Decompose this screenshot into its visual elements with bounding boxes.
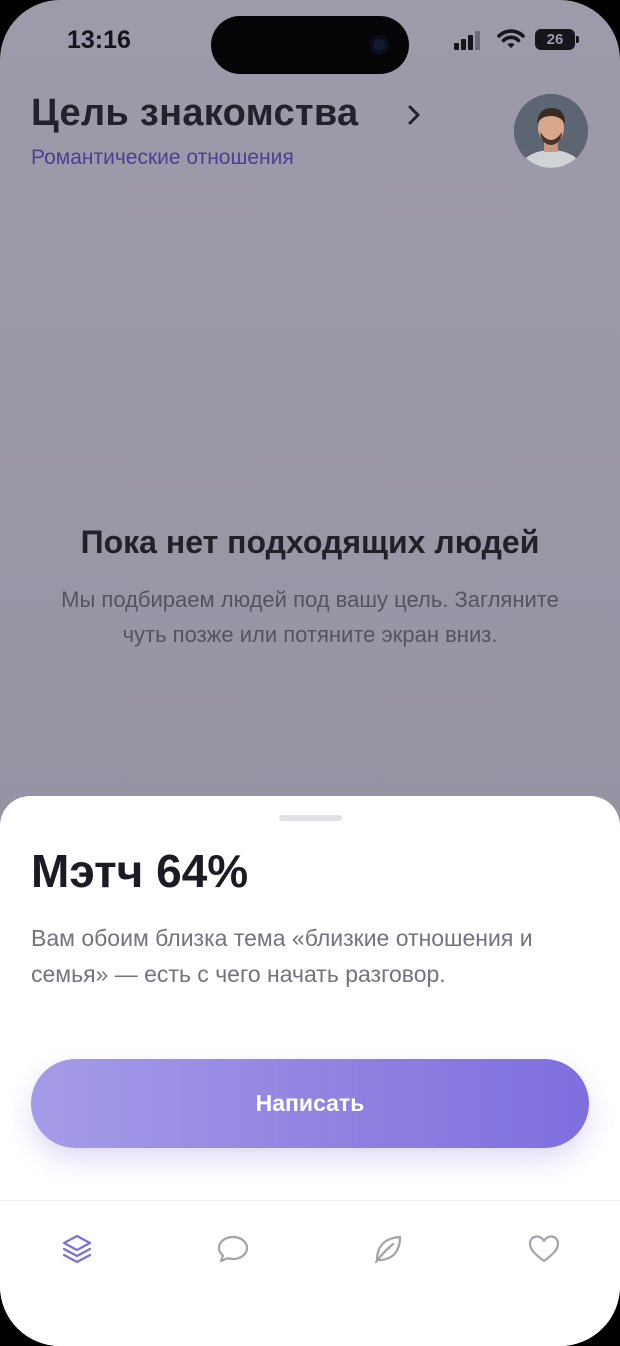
status-time: 13:16 — [67, 26, 131, 54]
heart-icon — [528, 1235, 560, 1263]
front-camera-icon — [369, 35, 389, 55]
empty-state-title: Пока нет подходящих людей — [80, 524, 540, 560]
phone-screen: 13:16 26 Цель знакомства Романтические о… — [0, 0, 620, 1346]
goal-subtitle: Романтические отношения — [31, 146, 294, 169]
chat-bubble-icon — [217, 1235, 249, 1263]
battery-icon: 26 — [535, 29, 579, 50]
dynamic-island — [211, 16, 409, 74]
write-message-button[interactable]: Написать — [31, 1059, 589, 1148]
match-title: Мэтч 64% — [31, 845, 249, 897]
status-bar: 13:16 26 — [0, 0, 620, 80]
tab-feed[interactable] — [57, 1229, 97, 1269]
profile-avatar-image — [514, 94, 588, 168]
tab-growth[interactable] — [368, 1229, 408, 1269]
tab-bar — [0, 1200, 620, 1346]
leaf-icon — [374, 1235, 402, 1264]
sheet-drag-handle[interactable] — [279, 815, 342, 821]
cellular-signal-icon — [454, 30, 482, 50]
chevron-right-icon[interactable] — [406, 104, 422, 126]
avatar[interactable] — [514, 94, 588, 168]
empty-state-text: Мы подбираем людей под вашу цель. Заглян… — [61, 587, 559, 647]
page-title[interactable]: Цель знакомства — [31, 92, 358, 135]
match-description: Вам обоим близка тема «близкие отношения… — [31, 925, 533, 987]
wifi-icon — [497, 29, 525, 48]
layers-icon — [62, 1234, 92, 1264]
tab-likes[interactable] — [524, 1229, 564, 1269]
tab-chats[interactable] — [213, 1229, 253, 1269]
